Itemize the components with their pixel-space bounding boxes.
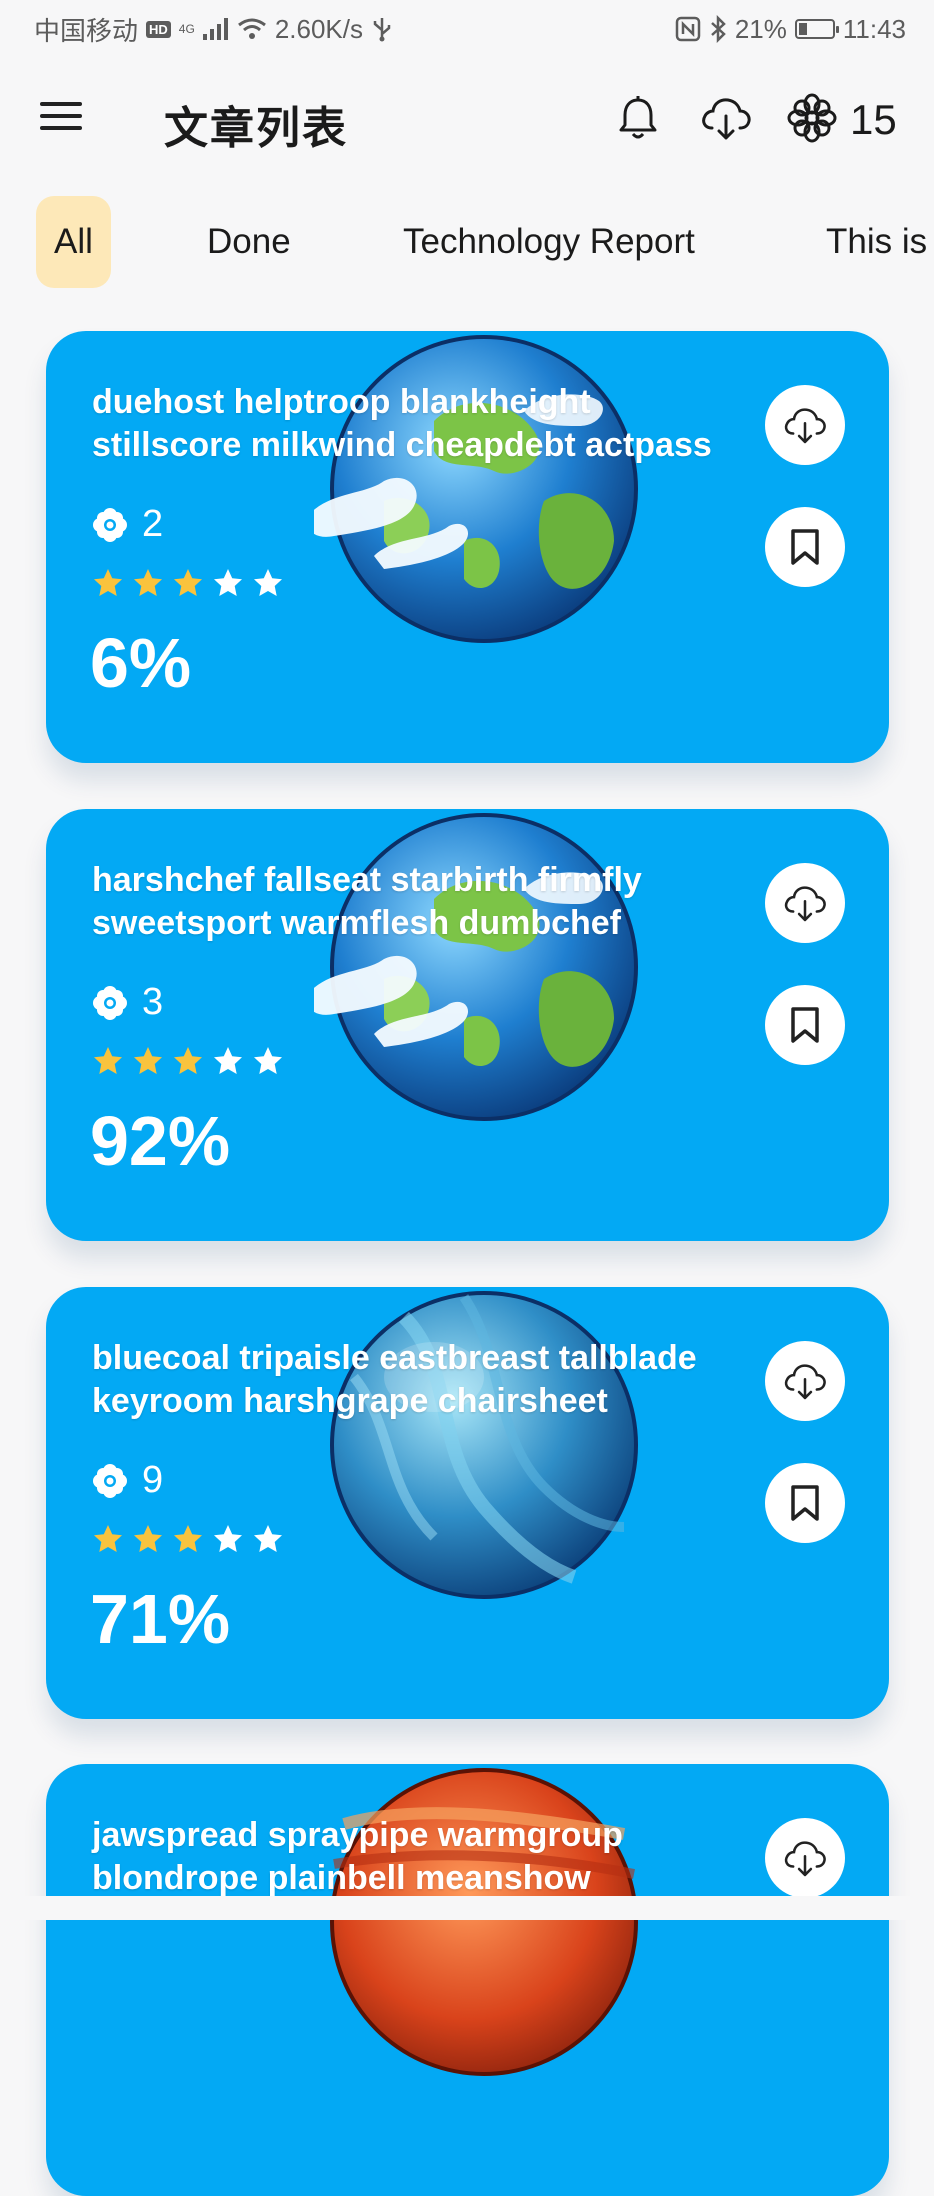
usb-icon	[373, 18, 391, 42]
progress-percent: 71%	[90, 1580, 231, 1658]
cloud-download-icon[interactable]	[698, 92, 754, 144]
cloud-download-icon	[784, 1841, 826, 1877]
download-button[interactable]	[765, 863, 845, 943]
rating-stars	[92, 1045, 284, 1077]
bookmark-icon	[791, 529, 819, 565]
flower-coin-icon	[93, 507, 127, 542]
tab-technology-report[interactable]: Technology Report	[385, 196, 713, 288]
star-icon	[214, 1047, 242, 1074]
cloud-download-icon	[784, 408, 826, 444]
star-icon	[254, 569, 282, 596]
category-tabs: All Done Technology Report This is	[0, 196, 934, 292]
article-title: jawspread spraypipe warmgroup blondrope …	[92, 1816, 623, 1897]
progress-percent: 6%	[90, 624, 192, 702]
tab-this-is[interactable]: This is	[808, 196, 934, 288]
mars-icon	[330, 1768, 638, 2076]
star-icon	[254, 1047, 282, 1074]
nfc-icon	[675, 16, 701, 42]
star-icon	[134, 569, 162, 596]
article-coins: 3	[92, 981, 163, 1024]
status-right: 21% 11:43	[675, 14, 906, 45]
star-icon	[214, 569, 242, 596]
flower-coin-icon	[93, 985, 127, 1020]
star-icon	[254, 1525, 282, 1552]
article-title: bluecoal tripaisle eastbreast tallblade …	[92, 1339, 697, 1420]
flower-coin-icon	[787, 93, 837, 143]
bell-icon[interactable]	[612, 92, 664, 144]
rating-stars	[92, 567, 284, 599]
cloud-download-icon	[784, 886, 826, 922]
article-card[interactable]: harshchef fallseat starbirth firmfly swe…	[46, 809, 889, 1241]
star-icon	[94, 1047, 122, 1074]
article-coins: 2	[92, 503, 163, 546]
article-title: duehost helptroop blankheight stillscore…	[92, 383, 712, 464]
article-card[interactable]: bluecoal tripaisle eastbreast tallblade …	[46, 1287, 889, 1719]
clock: 11:43	[842, 13, 906, 44]
menu-icon[interactable]	[40, 102, 82, 134]
star-icon	[174, 1047, 202, 1074]
rating-stars	[92, 1523, 284, 1555]
bookmark-button[interactable]	[765, 507, 845, 587]
battery-percent: 21%	[734, 13, 787, 44]
progress-percent: 92%	[90, 1102, 231, 1180]
coin-value: 9	[142, 1459, 164, 1501]
flower-coin-icon	[93, 1463, 127, 1498]
network-type: 4G	[178, 22, 195, 36]
star-icon	[134, 1525, 162, 1552]
neptune-icon	[330, 1291, 638, 1599]
earth-icon	[314, 335, 638, 643]
coin-value: 2	[142, 503, 164, 545]
download-button[interactable]	[765, 1341, 845, 1421]
bookmark-button[interactable]	[765, 985, 845, 1065]
star-icon	[94, 569, 122, 596]
bookmark-button[interactable]	[765, 1463, 845, 1543]
bluetooth-icon	[710, 15, 726, 43]
tab-all[interactable]: All	[36, 196, 111, 288]
coin-value: 3	[142, 981, 164, 1023]
earth-icon	[314, 813, 638, 1121]
cloud-download-icon	[784, 1364, 826, 1400]
article-card[interactable]: jawspread spraypipe warmgroup blondrope …	[46, 1764, 889, 2196]
bookmark-icon	[791, 1007, 819, 1043]
star-icon	[134, 1047, 162, 1074]
star-icon	[174, 1525, 202, 1552]
star-icon	[214, 1525, 242, 1552]
download-button[interactable]	[765, 385, 845, 465]
signal-icon	[202, 18, 228, 40]
wifi-icon	[237, 18, 266, 39]
star-icon	[174, 569, 202, 596]
network-speed: 2.60K/s	[274, 13, 363, 44]
hd-badge: HD	[146, 20, 171, 38]
article-coins: 9	[92, 1459, 163, 1502]
status-bar: 中国移动 HD 4G 2.60K/s 21% 11:43	[0, 0, 934, 58]
star-icon	[94, 1525, 122, 1552]
bookmark-icon	[791, 1485, 819, 1521]
article-card[interactable]: duehost helptroop blankheight stillscore…	[46, 331, 889, 763]
status-left: 中国移动 HD 4G 2.60K/s	[34, 11, 393, 48]
page-title: 文章列表	[164, 103, 348, 154]
download-button[interactable]	[765, 1818, 845, 1898]
app-bar: 文章列表 15	[0, 62, 934, 178]
article-title: harshchef fallseat starbirth firmfly swe…	[92, 861, 642, 942]
bottom-edge	[0, 1896, 934, 1920]
tab-done[interactable]: Done	[189, 196, 309, 288]
coin-count: 15	[850, 96, 897, 143]
carrier-label: 中国移动	[34, 15, 139, 46]
battery-icon	[794, 19, 839, 39]
